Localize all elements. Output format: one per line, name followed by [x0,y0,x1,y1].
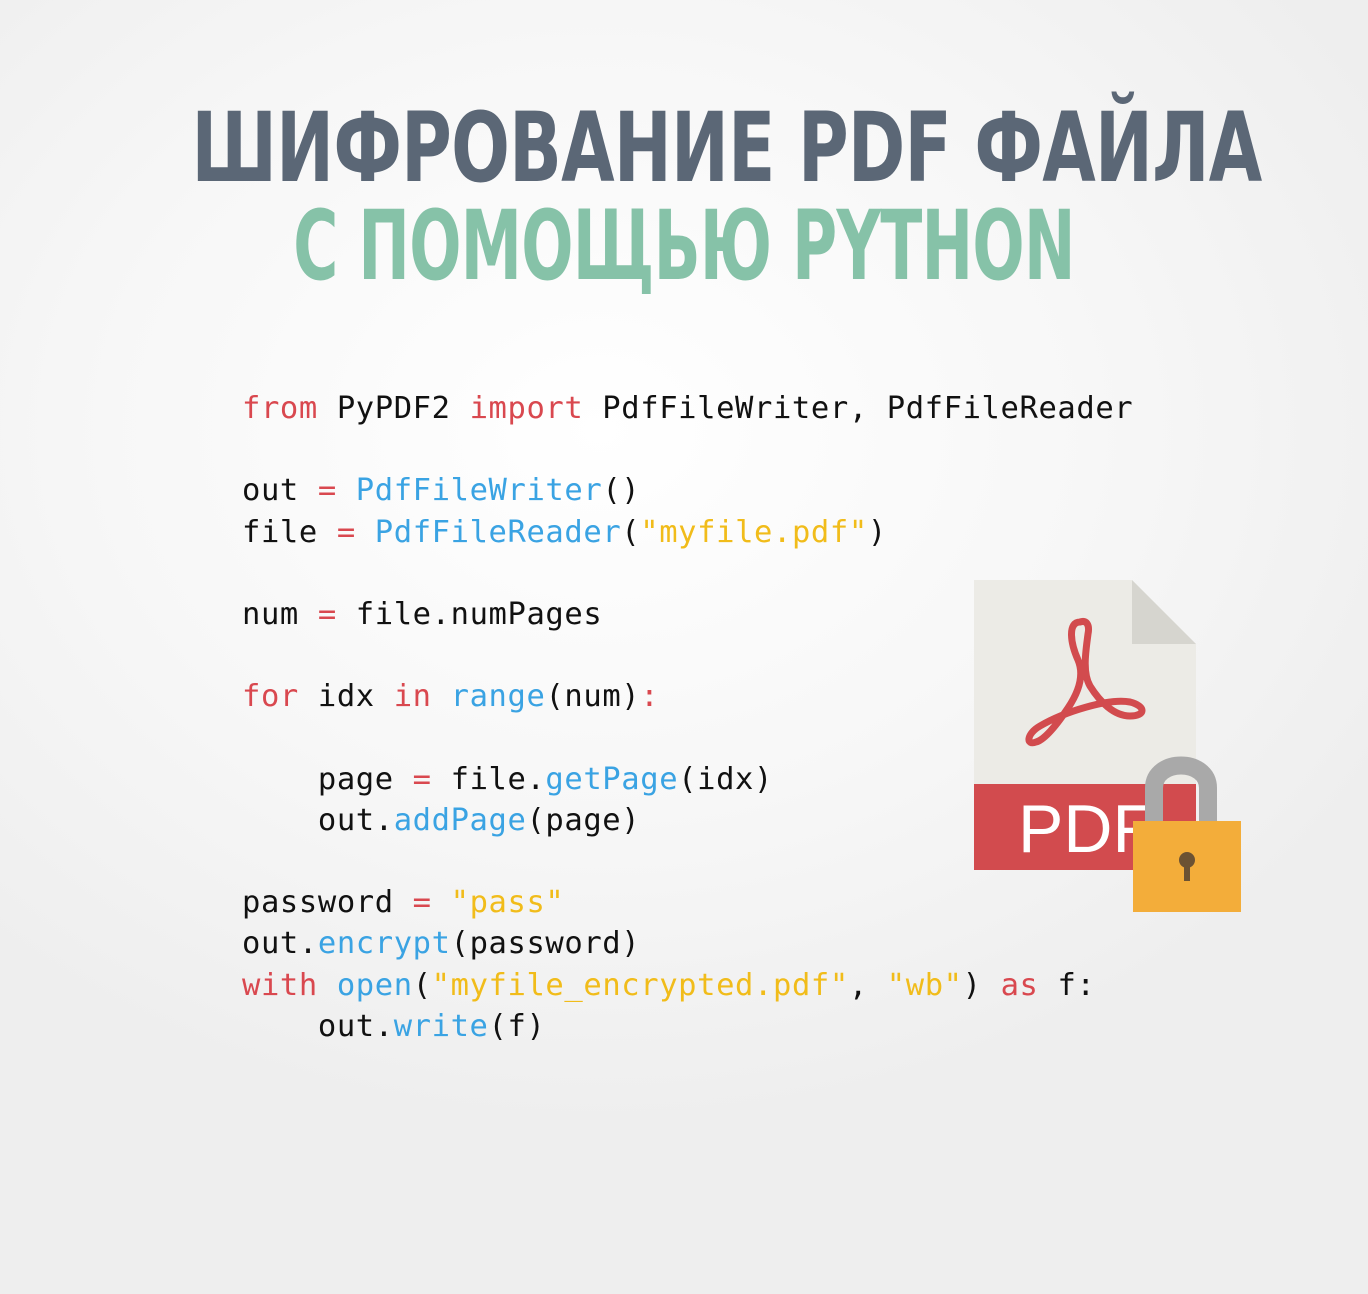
pdf-page-fold [1132,580,1196,644]
code-token-op: = [317,596,337,632]
code-token-txt: num [242,596,318,632]
code-token-fn: getPage [545,761,679,797]
code-token-txt: password [242,885,413,921]
code-token-kw: from [242,391,318,426]
code-token-str: "myfile.pdf" [640,514,868,550]
code-token-txt: page [242,761,413,797]
code-token-txt: (password) [450,926,641,962]
code-line: out = PdfFileWriter() [242,470,1133,511]
code-token-str: "pass" [450,885,565,921]
code-token-txt: ( [621,514,641,550]
code-token-kw: import [469,391,584,426]
code-token-txt: out. [242,1008,394,1044]
keyhole-stem [1184,862,1190,881]
code-token-op: = [412,885,432,921]
code-line: file = PdfFileReader("myfile.pdf") [242,512,1133,553]
code-token-fn: encrypt [317,926,451,962]
title-line-1: ШИФРОВАНИЕ PDF ФАЙЛА [191,92,1263,204]
code-token-op: = [336,514,356,550]
code-token-txt: ( [412,967,432,1003]
code-token-fn: PdfFileReader [374,514,622,550]
code-token-txt: (idx) [678,761,773,797]
code-token-txt: (f) [488,1008,546,1044]
code-token-txt: (num) [545,679,641,715]
code-token-txt: file. [431,761,546,797]
code-token-fn: addPage [393,802,527,838]
code-token-txt: file.numPages [336,596,603,632]
code-token-txt: f: [1038,967,1096,1003]
code-token-kw: in [393,679,432,715]
code-token-op: = [317,473,337,509]
pdf-lock-illustration: PDF [960,570,1260,930]
code-line: with open("myfile_encrypted.pdf", "wb") … [242,965,1133,1006]
code-token-kw: for [242,679,299,715]
code-token-txt: PyPDF2 [317,391,470,426]
code-token-kw: with [242,967,318,1003]
title-line-2: С ПОМОЩЬЮ PYTHON [293,190,1075,302]
code-token-kw: as [1000,967,1039,1003]
code-token-fn: PdfFileWriter [355,473,603,509]
code-token-str: "wb" [886,967,963,1003]
code-token-txt: , [848,967,887,1003]
code-token-op: = [412,761,432,797]
code-token-txt: file [242,514,337,550]
code-token-fn: write [393,1008,489,1044]
code-token-txt: idx [298,679,394,715]
code-token-txt: ) [867,514,887,550]
code-token-txt: out. [242,926,318,962]
code-token-op: : [640,679,660,715]
pdf-file-locked-icon: PDF [974,580,1241,912]
code-token-txt: out [242,473,318,509]
code-line: from PyPDF2 import PdfFileWriter, PdfFil… [242,388,1133,429]
code-token-txt: out. [242,802,394,838]
code-token-txt: PdfFileWriter, PdfFileReader [583,391,1134,426]
code-token-txt: ) [962,967,1001,1003]
code-token-fn: open [336,967,413,1003]
code-token-str: "myfile_encrypted.pdf" [431,967,849,1003]
code-token-fn: range [450,679,546,715]
code-token-txt: (page) [526,802,641,838]
code-token-txt: () [602,473,641,509]
code-line: out.write(f) [242,1006,1133,1047]
